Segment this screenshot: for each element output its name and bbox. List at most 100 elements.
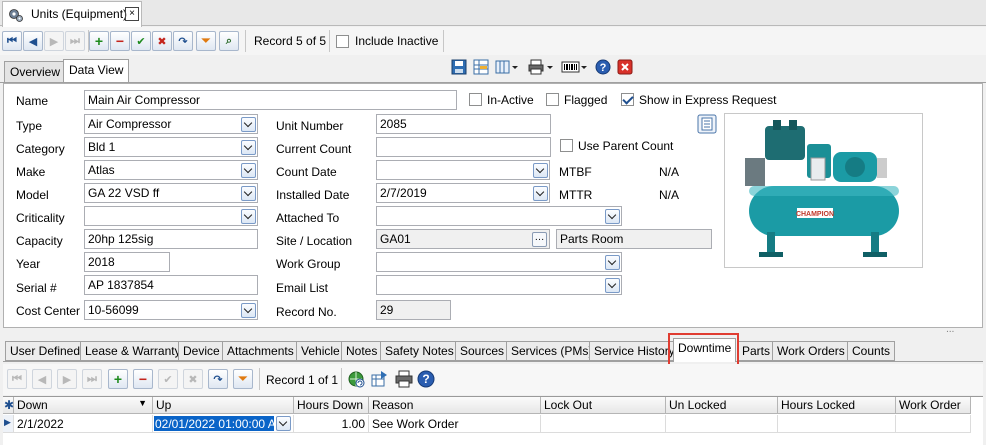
globe-refresh-icon[interactable] (347, 370, 365, 388)
cell-down[interactable]: 2/1/2022 (14, 415, 153, 433)
site-lookup-ellipsis-button[interactable]: … (532, 232, 547, 247)
cost-center-select[interactable]: 10-56099 (84, 300, 258, 320)
column-header-hours-down[interactable]: Hours Down (294, 397, 369, 414)
export-grid-icon[interactable] (371, 370, 389, 388)
printer-icon[interactable] (528, 59, 554, 75)
chevron-down-icon[interactable] (241, 209, 256, 224)
count-date-picker[interactable] (376, 160, 550, 180)
notes-document-icon[interactable] (697, 114, 717, 134)
cell-hours-locked[interactable] (778, 415, 896, 433)
show-in-express-request-checkbox[interactable] (621, 93, 634, 106)
tab-counts[interactable]: Counts (847, 341, 896, 361)
tab-data-view[interactable]: Data View (63, 59, 130, 82)
first-record-button[interactable]: ⏮ (2, 31, 22, 51)
tab-service-history[interactable]: Service History (589, 341, 680, 361)
sort-descending-icon[interactable]: ▼ (138, 398, 147, 408)
tab-safety-notes[interactable]: Safety Notes (380, 341, 459, 361)
type-select[interactable]: Air Compressor (84, 114, 258, 134)
row-selector-icon[interactable]: ▶ (3, 415, 14, 433)
barcode-icon[interactable] (561, 59, 588, 75)
save-layout-icon[interactable] (451, 59, 467, 75)
unit-number-input[interactable]: 2085 (376, 114, 551, 134)
chevron-down-icon[interactable] (241, 303, 256, 318)
grid-save-button[interactable]: ✔ (158, 369, 178, 389)
tab-work-orders[interactable]: Work Orders (772, 341, 850, 361)
grid-help-icon[interactable]: ? (417, 370, 435, 388)
column-header-down[interactable]: Down ▼ (14, 397, 153, 414)
next-record-button[interactable]: ▶ (44, 31, 64, 51)
site-location-input[interactable]: GA01 (376, 229, 550, 249)
cell-work-order[interactable] (896, 415, 971, 433)
chevron-down-icon[interactable] (605, 209, 620, 224)
work-group-select[interactable] (376, 252, 622, 272)
criticality-select[interactable] (84, 206, 258, 226)
chevron-down-icon[interactable] (241, 163, 256, 178)
tab-sources[interactable]: Sources (455, 341, 510, 361)
grid-last-record-button[interactable]: ⏭ (82, 369, 102, 389)
grid-previous-record-button[interactable]: ◀ (32, 369, 52, 389)
cell-up-editor[interactable]: 02/01/2022 01:00:00 AM (153, 415, 294, 433)
email-list-select[interactable] (376, 275, 622, 295)
cell-reason[interactable]: See Work Order (369, 415, 541, 433)
installed-date-picker[interactable]: 2/7/2019 (376, 183, 550, 203)
tab-overview[interactable]: Overview (4, 61, 67, 82)
close-window-icon[interactable] (617, 59, 633, 75)
grid-refresh-button[interactable]: ↷ (208, 369, 228, 389)
current-count-input[interactable] (376, 137, 551, 157)
model-select[interactable]: GA 22 VSD ff (84, 183, 258, 203)
use-parent-count-checkbox[interactable] (560, 139, 573, 152)
refresh-button[interactable]: ↷ (173, 31, 193, 51)
grid-layout-icon[interactable] (473, 59, 489, 75)
column-header-lock-out[interactable]: Lock Out (541, 397, 666, 414)
flagged-checkbox[interactable] (546, 93, 559, 106)
tab-lease-warranty[interactable]: Lease & Warranty (80, 341, 186, 361)
grid-next-record-button[interactable]: ▶ (57, 369, 77, 389)
cell-un-locked[interactable] (666, 415, 778, 433)
tab-notes[interactable]: Notes (341, 341, 383, 361)
cell-up-selected-text[interactable]: 02/01/2022 01:00:00 AM (154, 416, 274, 431)
delete-record-button[interactable]: − (110, 31, 130, 51)
chevron-down-icon[interactable] (241, 186, 256, 201)
grid-add-button[interactable]: + (108, 369, 128, 389)
cell-hours-down[interactable]: 1.00 (294, 415, 369, 433)
tab-services-pms[interactable]: Services (PMs) (506, 341, 598, 361)
attached-to-select[interactable] (376, 206, 622, 226)
help-icon[interactable]: ? (595, 59, 611, 75)
chevron-down-icon[interactable] (605, 278, 620, 293)
tab-vehicle[interactable]: Vehicle (296, 341, 345, 361)
grid-filter-button[interactable]: ⏷ (233, 369, 253, 389)
make-select[interactable]: Atlas (84, 160, 258, 180)
category-select[interactable]: Bld 1 (84, 137, 258, 157)
splitter-grip-icon[interactable]: ∙∙∙ (946, 326, 954, 337)
chevron-down-icon[interactable] (605, 255, 620, 270)
name-input[interactable]: Main Air Compressor (84, 90, 457, 110)
column-header-work-order[interactable]: Work Order (896, 397, 971, 414)
include-inactive-checkbox[interactable] (336, 35, 349, 48)
tab-parts[interactable]: Parts (737, 341, 776, 361)
search-icon[interactable]: ⌕ (219, 31, 239, 51)
previous-record-button[interactable]: ◀ (23, 31, 43, 51)
document-tab[interactable]: Units (Equipment) × (2, 1, 142, 27)
cell-lock-out[interactable] (541, 415, 666, 433)
add-record-button[interactable]: + (89, 31, 109, 51)
panel-splitter[interactable] (3, 332, 983, 335)
year-input[interactable]: 2018 (84, 252, 170, 272)
grid-first-record-button[interactable]: ⏮ (7, 369, 27, 389)
grid-cancel-button[interactable]: ✖ (183, 369, 203, 389)
column-header-hours-locked[interactable]: Hours Locked (778, 397, 896, 414)
tab-device[interactable]: Device (178, 341, 225, 361)
chevron-down-icon[interactable] (533, 163, 548, 178)
chevron-down-icon[interactable] (241, 117, 256, 132)
column-header-reason[interactable]: Reason (369, 397, 541, 414)
cancel-x-button[interactable]: ✖ (152, 31, 172, 51)
save-check-button[interactable]: ✔ (131, 31, 151, 51)
tab-attachments[interactable]: Attachments (222, 341, 299, 361)
tab-user-defined[interactable]: User Defined (5, 341, 86, 361)
grid-printer-icon[interactable] (395, 370, 413, 388)
filter-button[interactable]: ⏷ (196, 31, 216, 51)
columns-dropdown-icon[interactable] (495, 59, 519, 75)
chevron-down-icon[interactable] (533, 186, 548, 201)
serial-input[interactable]: AP 1837854 (84, 275, 258, 295)
capacity-input[interactable]: 20hp 125sig (84, 229, 258, 249)
last-record-button[interactable]: ⏭ (65, 31, 85, 51)
